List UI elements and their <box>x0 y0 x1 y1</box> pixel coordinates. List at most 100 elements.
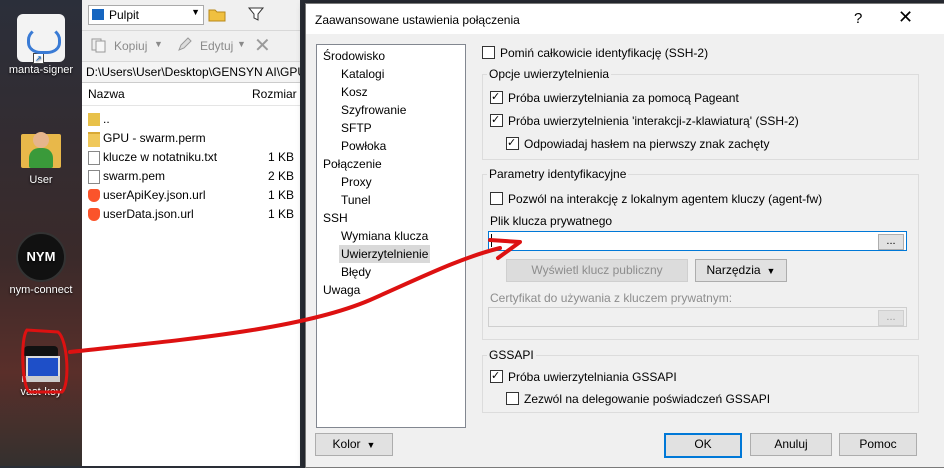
tree-item-connection[interactable]: Połączenie <box>321 155 384 173</box>
group-title: Parametry identyfikacyjne <box>487 167 629 181</box>
file-row[interactable]: userApiKey.json.url 1 KB <box>82 186 300 205</box>
file-manager-panel: Pulpit ▼ Kopiuj ▼ Edytuj ▼ ✕ D:\Users\Us… <box>82 0 300 466</box>
chevron-down-icon: ▼ <box>191 7 200 17</box>
checkbox-box[interactable] <box>506 392 519 405</box>
tree-item-tunnel[interactable]: Tunel <box>339 191 373 209</box>
text-cursor <box>491 234 492 247</box>
file-list: .. GPU - swarm.perm klucze w notatniku.t… <box>82 106 300 224</box>
user-folder-icon <box>19 126 63 172</box>
group-title: GSSAPI <box>487 348 536 362</box>
tree-item-sftp[interactable]: SFTP <box>339 119 374 137</box>
tree-item-note[interactable]: Uwaga <box>321 281 362 299</box>
file-size: 1 KB <box>268 207 295 221</box>
file-size: 1 KB <box>268 150 295 164</box>
chevron-down-icon[interactable]: ▼ <box>154 39 163 49</box>
file-manager-toolbar: Pulpit ▼ <box>82 0 300 31</box>
desktop-icon-manta-signer[interactable]: ↗ manta-signer <box>0 14 82 76</box>
agent-fw-checkbox[interactable]: Pozwól na interakcję z lokalnym agentem … <box>490 192 822 208</box>
tree-item-authentication[interactable]: Uwierzytelnienie <box>339 245 431 263</box>
checkbox-box[interactable] <box>490 369 503 383</box>
tree-item-directories[interactable]: Katalogi <box>339 65 386 83</box>
checkbox-label: Próba uwierzytelniania GSSAPI <box>508 370 677 384</box>
tree-item-shell[interactable]: Powłoka <box>339 137 388 155</box>
checkbox-label: Zezwól na delegowanie poświadczeń GSSAPI <box>524 392 771 406</box>
respond-password-checkbox[interactable]: Odpowiadaj hasłem na pierwszy znak zachę… <box>506 136 770 153</box>
edit-icon[interactable] <box>176 37 194 53</box>
pageant-checkbox[interactable]: Próba uwierzytelniania za pomocą Pageant <box>490 90 739 107</box>
file-row[interactable]: klucze w notatniku.txt 1 KB <box>82 148 300 167</box>
file-row[interactable]: .. <box>82 110 300 129</box>
putty-key-icon <box>18 342 64 384</box>
checkbox-box[interactable] <box>482 46 495 59</box>
filter-icon[interactable] <box>247 6 265 22</box>
color-dropdown-button[interactable]: Kolor ▼ <box>315 433 393 456</box>
column-header-name[interactable]: Nazwa <box>88 83 125 105</box>
group-title: Opcje uwierzytelnienia <box>487 67 612 81</box>
checkbox-box[interactable] <box>490 113 503 127</box>
desktop-icon-label: User <box>29 174 53 186</box>
shortcut-arrow-icon: ↗ <box>33 53 44 64</box>
ok-button[interactable]: OK <box>664 433 742 458</box>
file-name: klucze w notatniku.txt <box>103 150 218 164</box>
desktop-icon-label: nym-connect <box>9 284 73 296</box>
certificate-input[interactable]: ... <box>488 307 907 327</box>
location-value: Pulpit <box>109 8 140 22</box>
file-row[interactable]: swarm.pem 2 KB <box>82 167 300 186</box>
button-label: Narzędzia <box>706 263 761 277</box>
checkbox-label: Pomiń całkowicie identyfikację (SSH-2) <box>500 46 709 60</box>
advanced-connection-settings-dialog: Zaawansowane ustawienia połączenia ? ✕ Ś… <box>305 3 944 468</box>
tools-dropdown-button[interactable]: Narzędzia ▼ <box>695 259 787 282</box>
checkbox-label: Próba uwierzytelniania za pomocą Pageant <box>508 91 739 105</box>
file-size: 1 KB <box>268 188 295 202</box>
cancel-button[interactable]: Anuluj <box>750 433 832 456</box>
gssapi-checkbox[interactable]: Próba uwierzytelniania GSSAPI <box>490 369 677 386</box>
location-dropdown[interactable]: Pulpit ▼ <box>88 5 204 25</box>
file-row[interactable]: userData.json.url 1 KB <box>82 205 300 224</box>
browse-key-button[interactable]: ... <box>878 234 904 250</box>
folder-icon <box>88 132 100 147</box>
file-row[interactable]: GPU - swarm.perm <box>82 129 300 148</box>
checkbox-label: Odpowiadaj hasłem na pierwszy znak zachę… <box>524 137 770 151</box>
kbd-interactive-checkbox[interactable]: Próba uwierzytelnienia 'interakcji-z-kla… <box>490 113 799 130</box>
desktop: ↗ manta-signer User NYM nym-connect vast… <box>0 0 82 466</box>
skip-auth-checkbox[interactable]: Pomiń całkowicie identyfikację (SSH-2) <box>482 46 708 62</box>
copy-icon[interactable] <box>90 37 108 53</box>
path-bar[interactable]: D:\Users\User\Desktop\GENSYN AI\GPU <box>82 62 300 83</box>
private-key-label: Plik klucza prywatnego <box>490 214 613 228</box>
copy-button[interactable]: Kopiuj <box>114 39 147 53</box>
file-icon <box>88 170 100 184</box>
parent-folder-icon <box>88 113 100 126</box>
checkbox-box[interactable] <box>490 90 503 104</box>
dialog-title: Zaawansowane ustawienia połączenia <box>315 13 520 27</box>
help-icon[interactable]: ? <box>854 10 862 27</box>
chevron-down-icon: ▼ <box>366 440 376 450</box>
checkbox-box[interactable] <box>490 192 503 205</box>
tree-item-key-exchange[interactable]: Wymiana klucza <box>339 227 430 245</box>
column-header-size[interactable]: Rozmiar <box>252 83 297 105</box>
delete-icon[interactable]: ✕ <box>254 33 271 58</box>
tree-item-recycle-bin[interactable]: Kosz <box>339 83 370 101</box>
file-name: userData.json.url <box>103 207 194 221</box>
desktop-icon-vast-key[interactable]: vast-key <box>0 342 82 398</box>
open-folder-icon[interactable] <box>208 6 226 22</box>
checkbox-box[interactable] <box>506 136 519 150</box>
file-name: .. <box>103 112 110 126</box>
file-name: userApiKey.json.url <box>103 188 206 202</box>
dialog-titlebar: Zaawansowane ustawienia połączenia ? ✕ <box>306 4 944 34</box>
tree-item-encryption[interactable]: Szyfrowanie <box>339 101 408 119</box>
browse-certificate-button[interactable]: ... <box>878 310 904 326</box>
chevron-down-icon[interactable]: ▼ <box>237 39 246 49</box>
file-list-header: Nazwa Rozmiar <box>82 83 300 106</box>
tree-item-bugs[interactable]: Błędy <box>339 263 373 281</box>
show-public-key-button[interactable]: Wyświetl klucz publiczny <box>506 259 688 282</box>
tree-item-environment[interactable]: Środowisko <box>321 47 387 65</box>
close-icon[interactable]: ✕ <box>898 7 913 28</box>
desktop-icon-nym-connect[interactable]: NYM nym-connect <box>0 232 82 296</box>
gssapi-delegate-checkbox[interactable]: Zezwól na delegowanie poświadczeń GSSAPI <box>506 392 770 408</box>
tree-item-ssh[interactable]: SSH <box>321 209 350 227</box>
tree-item-proxy[interactable]: Proxy <box>339 173 374 191</box>
edit-button[interactable]: Edytuj <box>200 39 233 53</box>
private-key-input[interactable]: ... <box>488 231 907 251</box>
desktop-icon-user[interactable]: User <box>0 126 82 186</box>
help-button[interactable]: Pomoc <box>839 433 917 456</box>
